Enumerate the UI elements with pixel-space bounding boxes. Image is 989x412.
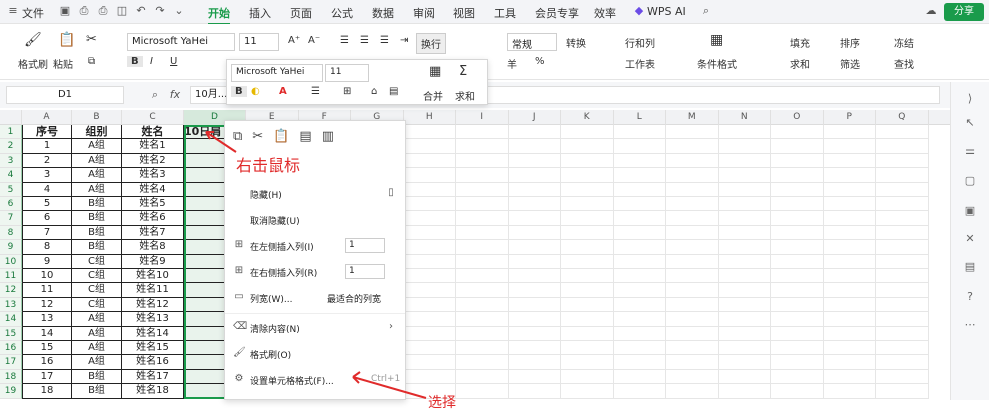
arrow-to-header [205,131,237,153]
annotation-arrows [205,131,427,399]
arrow-to-format-cells [352,376,427,399]
